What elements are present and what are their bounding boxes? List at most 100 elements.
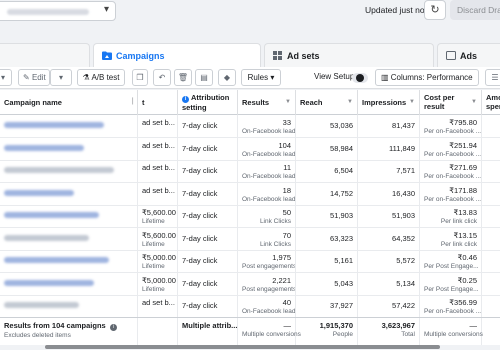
refresh-button[interactable]: ↻ — [424, 0, 446, 20]
campaign-name-cell[interactable] — [0, 272, 138, 296]
table-row[interactable]: ad set b... 7-day click 104 On-Facebook lea… — [0, 137, 500, 161]
sort-icon: ▼ — [347, 99, 353, 105]
tag-button[interactable]: ◆ — [218, 69, 236, 86]
table-header: Campaign name ▕ t i Attribution setting Re… — [0, 90, 500, 115]
results-cell: 70 Link Clicks — [238, 227, 296, 251]
cost-per-result-cell: ₹0.46 Per Post Engage... — [420, 250, 482, 273]
cost-per-result-cell: ₹356.99 Per on-Facebook ... — [420, 295, 482, 318]
trash-icon: 🗑 — [177, 73, 189, 82]
bid-value: ₹5,600.00 — [142, 230, 176, 240]
campaign-name-cell[interactable] — [0, 115, 138, 138]
info-icon: i — [109, 324, 117, 331]
edit-dropdown-button[interactable]: ▾ — [50, 69, 72, 86]
bid-sub: Lifetime — [142, 285, 165, 293]
duplicate-button[interactable]: ❐ — [132, 69, 148, 86]
horizontal-scrollbar-thumb[interactable] — [45, 345, 440, 349]
table-row[interactable]: ad set b... 7-day click 33 On-Facebook lead… — [0, 115, 500, 138]
column-header-amount-spent[interactable]: Amo spen — [482, 90, 500, 115]
results-cell: 1,975 Post engagements — [238, 250, 296, 273]
results-value: 50 — [282, 208, 291, 217]
view-setup-toggle[interactable] — [352, 73, 368, 83]
tab-ads[interactable]: Ads — [437, 43, 500, 67]
campaign-name-redacted[interactable] — [4, 302, 79, 308]
column-header-reach[interactable]: Reach ▼ — [296, 90, 358, 115]
campaign-name-redacted[interactable] — [4, 144, 84, 151]
table-row[interactable]: ₹5,600.00 Lifetime 7-day click 70 Link Click… — [0, 227, 500, 251]
campaign-name-redacted[interactable] — [4, 234, 89, 241]
cost-sub: Per Post Engage... — [424, 263, 479, 270]
impressions-cell: 81,437 — [358, 115, 420, 138]
summary-sub: Excludes deleted items — [4, 332, 71, 339]
undo-button[interactable]: ↶ — [153, 69, 171, 86]
tab-ad-sets[interactable]: Ad sets — [264, 43, 434, 67]
campaign-name-cell[interactable] — [0, 250, 138, 273]
table-row[interactable]: ₹5,000.00 Lifetime 7-day click 2,221 Post en… — [0, 272, 500, 296]
cost-per-result-cell: ₹271.69 Per on-Facebook ... — [420, 160, 482, 183]
reach-cell: 53,036 — [296, 115, 358, 138]
campaign-name-redacted[interactable] — [4, 257, 109, 263]
results-sub: On-Facebook leads — [242, 128, 296, 135]
edit-button[interactable]: ✎ Edit — [18, 69, 50, 86]
refresh-icon: ↻ — [430, 4, 440, 16]
tab-account-overview[interactable] — [0, 43, 90, 67]
account-name-redacted — [7, 9, 89, 15]
results-sub: Link Clicks — [259, 240, 291, 248]
impressions-cell: 64,352 — [358, 227, 420, 251]
breakdown-button[interactable]: ☰ — [485, 69, 500, 86]
cost-value: ₹13.15 — [453, 230, 477, 240]
column-header-attribution[interactable]: i Attribution setting — [178, 90, 238, 115]
amount-spent-cell — [482, 295, 500, 318]
campaign-name-redacted[interactable] — [4, 189, 74, 196]
account-selector[interactable]: ▾ — [0, 1, 116, 21]
sort-icon: ▼ — [471, 99, 477, 105]
table-row[interactable]: ad set b... 7-day click 18 On-Facebook lead… — [0, 182, 500, 206]
column-header-cost-per-result[interactable]: Cost per result ▼ — [420, 90, 482, 115]
amount-spent-cell — [482, 183, 500, 206]
create-dropdown-button[interactable]: ▾ — [0, 69, 12, 86]
cost-sub: Per on-Facebook ... — [424, 128, 482, 135]
campaign-name-redacted[interactable] — [4, 279, 94, 286]
cost-per-result-cell: ₹0.25 Per Post Engage... — [420, 272, 482, 296]
table-row[interactable]: ad set b... 7-day click 11 On-Facebook lead… — [0, 160, 500, 183]
discard-drafts-button[interactable]: Discard Drafts — [450, 0, 500, 20]
summary-cost-sub: Multiple conversions — [424, 331, 483, 338]
cost-value: ₹356.99 — [449, 298, 477, 307]
bid-value: ad set b... — [142, 163, 175, 172]
amount-spent-cell — [482, 115, 500, 138]
summary-impressions: 3,623,967 — [381, 321, 415, 330]
column-header-bid-strategy[interactable]: t — [138, 90, 178, 115]
table-row[interactable]: ad set b... 7-day click 40 On-Facebook lead… — [0, 295, 500, 318]
campaign-name-redacted[interactable] — [4, 212, 99, 218]
rules-button[interactable]: Rules ▾ — [241, 69, 281, 86]
campaign-name-redacted[interactable] — [4, 167, 114, 173]
table-row[interactable]: ₹5,000.00 Lifetime 7-day click 1,975 Post en… — [0, 250, 500, 273]
bid-value: ad set b... — [142, 140, 175, 150]
chevron-down-icon: ▾ — [268, 73, 275, 82]
results-value: 33 — [282, 118, 291, 127]
preview-button[interactable]: ▤ — [195, 69, 213, 86]
table-row[interactable]: ₹5,600.00 Lifetime 7-day click 50 Link Click… — [0, 205, 500, 228]
bid-value: ad set b... — [142, 118, 175, 127]
attribution-cell: 7-day click — [178, 295, 238, 318]
campaign-name-cell[interactable] — [0, 205, 138, 228]
delete-button[interactable]: 🗑 — [174, 69, 192, 86]
ab-test-button[interactable]: ⚗ A/B test — [77, 69, 125, 86]
campaign-name-redacted[interactable] — [4, 122, 104, 128]
tab-campaigns[interactable]: Campaigns — [93, 43, 261, 67]
campaign-name-cell[interactable] — [0, 227, 138, 251]
ad-icon — [446, 51, 456, 60]
column-header-impressions[interactable]: Impressions ▼ — [358, 90, 420, 115]
toolbar: ▾ ✎ Edit ▾ ⚗ A/B test ❐ ↶ 🗑 ▤ ◆ Rules ▾ … — [0, 67, 500, 97]
sort-icon: ▼ — [409, 99, 415, 105]
attribution-cell: 7-day click — [178, 115, 238, 138]
top-bar: ▾ Updated just now ↻ Discard Drafts — [0, 0, 500, 22]
columns-button[interactable]: ▥ Columns: Performance ▾ — [375, 69, 479, 97]
bid-cell: ad set b... — [138, 137, 178, 161]
campaign-name-cell[interactable] — [0, 160, 138, 183]
campaign-name-cell[interactable] — [0, 137, 138, 161]
column-header-campaign-name[interactable]: Campaign name ▕ — [0, 90, 138, 115]
campaign-name-cell[interactable] — [0, 182, 138, 206]
campaign-name-cell[interactable] — [0, 295, 138, 318]
column-header-results[interactable]: Results ▼ — [238, 90, 296, 115]
attribution-cell: 7-day click — [178, 250, 238, 273]
